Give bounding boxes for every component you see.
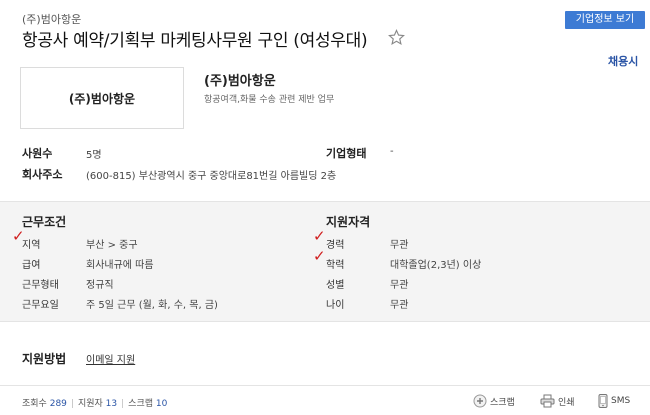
views-label: 조회수 — [22, 399, 47, 409]
condition-label: 근무형태 — [22, 280, 59, 291]
company-type-label: 기업형태 — [326, 147, 367, 160]
plus-icon — [473, 394, 487, 408]
company-type-value: - — [390, 146, 394, 157]
qualification-label: 경력 — [326, 240, 345, 251]
company-info-button[interactable]: 기업정보 보기 — [565, 11, 645, 29]
qualification-label: 성별 — [326, 280, 345, 291]
conditions-heading: 근무조건 — [22, 215, 67, 229]
qualifications-heading: 지원자격 — [326, 215, 371, 229]
scrap-button[interactable]: 스크랩 — [473, 394, 515, 408]
sms-button[interactable]: SMS — [598, 394, 630, 408]
applicants-label: 지원자 — [77, 399, 103, 409]
scraps-count: 10 — [155, 399, 168, 409]
check-mark-icon: ✓ — [313, 227, 326, 245]
scraps-label: 스크랩 — [128, 399, 154, 409]
condition-label: 지역 — [22, 240, 41, 251]
employees-value: 5명 — [86, 150, 102, 161]
recruit-type: 채용시 — [608, 55, 639, 68]
condition-label: 근무요일 — [22, 300, 59, 311]
company-name: (주)범아항운 — [204, 74, 276, 89]
check-mark-icon: ✓ — [313, 247, 326, 265]
condition-value: 정규직 — [86, 280, 114, 291]
phone-icon — [598, 394, 608, 408]
condition-value: 주 5일 근무 (월, 화, 수, 목, 금) — [86, 300, 218, 311]
company-logo[interactable]: (주)범아항운 — [20, 67, 184, 129]
company-description: 항공여객,화물 수송 관련 제반 업무 — [204, 95, 335, 105]
applicants-count: 13 — [105, 399, 118, 409]
star-icon[interactable] — [388, 29, 405, 46]
sms-label: SMS — [611, 396, 631, 406]
employees-label: 사원수 — [22, 147, 53, 160]
qualification-value: 무관 — [390, 300, 409, 311]
condition-value: 회사내규에 따름 — [86, 260, 154, 271]
company-name-small: (주)범아항운 — [22, 13, 82, 26]
qualification-label: 나이 — [326, 300, 345, 311]
scrap-label: 스크랩 — [490, 397, 515, 408]
condition-label: 급여 — [22, 260, 41, 271]
job-title: 항공사 예약/기획부 마케팅사무원 구인 (여성우대) — [22, 31, 368, 51]
views-count: 289 — [49, 399, 67, 409]
qualification-value: 대학졸업(2,3년) 이상 — [390, 260, 482, 271]
stats-bar: 조회수 289 | 지원자 13 | 스크랩 10 — [22, 399, 168, 409]
divider — [0, 385, 650, 386]
qualification-label: 학력 — [326, 260, 345, 271]
qualification-value: 무관 — [390, 280, 409, 291]
condition-value: 부산 > 중구 — [86, 240, 138, 251]
print-button[interactable]: 인쇄 — [540, 394, 575, 408]
email-apply-link[interactable]: 이메일 지원 — [86, 351, 135, 366]
address-label: 회사주소 — [22, 168, 63, 181]
company-logo-text: (주)범아항운 — [68, 91, 136, 106]
apply-method-label: 지원방법 — [22, 352, 67, 366]
printer-icon — [540, 394, 555, 408]
qualification-value: 무관 — [390, 240, 409, 251]
print-label: 인쇄 — [558, 397, 575, 408]
address-value: (600-815) 부산광역시 중구 중앙대로81번길 아름빌딩 2층 — [86, 171, 337, 182]
